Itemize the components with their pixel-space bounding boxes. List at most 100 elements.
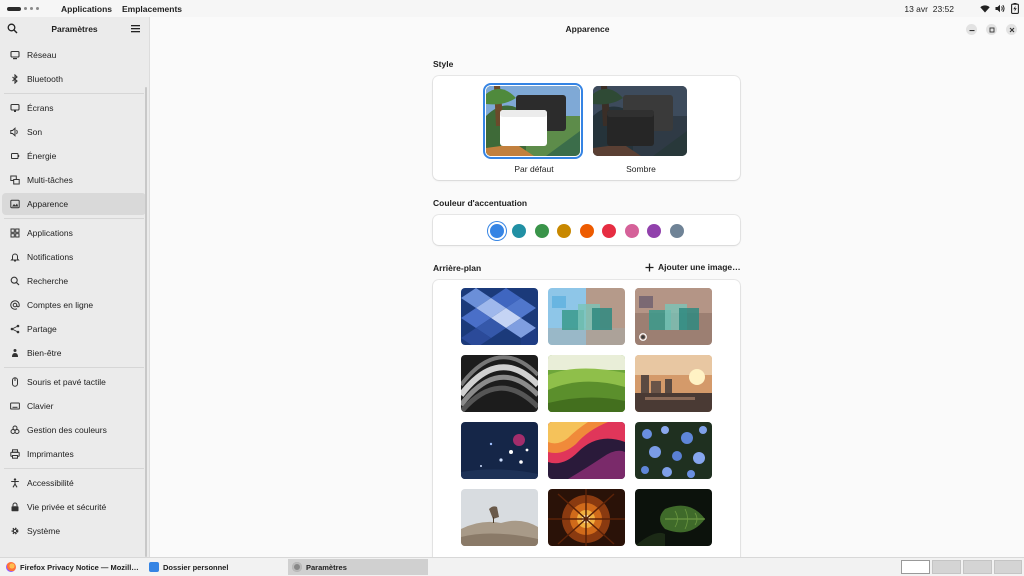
network-icon bbox=[10, 50, 20, 60]
wallpaper-thumbnail bbox=[461, 422, 538, 479]
sidebar-item-accessibility[interactable]: Accessibilité bbox=[2, 472, 146, 494]
task-settings[interactable]: Paramètres bbox=[288, 559, 428, 575]
multitasking-icon bbox=[10, 175, 20, 185]
accent-card bbox=[433, 215, 740, 245]
bluetooth-icon bbox=[10, 74, 20, 84]
sidebar-item-search[interactable]: Recherche bbox=[2, 270, 146, 292]
sidebar-item-system[interactable]: Système bbox=[2, 520, 146, 542]
sidebar-item-online-accounts[interactable]: Comptes en ligne bbox=[2, 294, 146, 316]
wallpaper-glass-day-night[interactable] bbox=[548, 288, 625, 345]
places-menu[interactable]: Emplacements bbox=[122, 4, 182, 14]
sidebar-scrollbar[interactable] bbox=[145, 87, 147, 557]
sidebar-item-sharing[interactable]: Partage bbox=[2, 318, 146, 340]
wallpaper-abstract-layers[interactable] bbox=[548, 422, 625, 479]
wallpaper-glass-warm[interactable] bbox=[635, 288, 712, 345]
applications-menu[interactable]: Applications bbox=[61, 4, 112, 14]
at-icon bbox=[10, 300, 20, 310]
wallpaper-bird-rocks[interactable] bbox=[461, 489, 538, 546]
apps-icon bbox=[10, 228, 20, 238]
sidebar-item-applications[interactable]: Applications bbox=[2, 222, 146, 244]
wallpaper-thumbnail bbox=[461, 489, 538, 546]
maximize-button[interactable] bbox=[986, 24, 997, 35]
wallpaper-thumbnail bbox=[548, 288, 625, 345]
hamburger-menu-icon[interactable] bbox=[130, 23, 142, 35]
sidebar-item-network[interactable]: Réseau bbox=[2, 44, 146, 66]
accent-purple-swatch[interactable] bbox=[647, 224, 661, 238]
sidebar-item-wellbeing[interactable]: Bien-être bbox=[2, 342, 146, 364]
task-firefox[interactable]: Firefox Privacy Notice — Mozill… bbox=[2, 559, 140, 575]
sidebar-item-bluetooth[interactable]: Bluetooth bbox=[2, 68, 146, 90]
sidebar-item-label: Recherche bbox=[27, 276, 69, 286]
sidebar-item-label: Réseau bbox=[27, 50, 57, 60]
wellbeing-icon bbox=[10, 348, 20, 358]
sidebar-item-label: Bien-être bbox=[27, 348, 62, 358]
dark-style-thumbnail bbox=[593, 86, 687, 156]
wallpaper-city-sunset[interactable] bbox=[635, 355, 712, 412]
task-label: Dossier personnel bbox=[163, 562, 229, 572]
sidebar-item-label: Comptes en ligne bbox=[27, 300, 94, 310]
workspace-indicator bbox=[7, 6, 21, 11]
workspace-1[interactable] bbox=[901, 560, 930, 574]
sidebar-item-label: Système bbox=[27, 526, 61, 536]
page-title: Apparence bbox=[565, 24, 610, 34]
appearance-icon bbox=[10, 199, 20, 209]
style-option-dark[interactable]: Sombre bbox=[593, 86, 689, 174]
sidebar-item-label: Gestion des couleurs bbox=[27, 425, 107, 435]
accessibility-icon bbox=[10, 478, 20, 488]
volume-icon[interactable] bbox=[994, 3, 1005, 14]
sidebar-item-multitasking[interactable]: Multi-tâches bbox=[2, 169, 146, 191]
printer-icon bbox=[10, 449, 20, 459]
sidebar-item-printers[interactable]: Imprimantes bbox=[2, 443, 146, 465]
accent-slate-swatch[interactable] bbox=[670, 224, 684, 238]
wallpaper-dark-leaf[interactable] bbox=[635, 489, 712, 546]
task-label: Paramètres bbox=[306, 562, 347, 572]
sidebar-item-color-management[interactable]: Gestion des couleurs bbox=[2, 419, 146, 441]
wifi-icon[interactable] bbox=[979, 3, 990, 14]
style-dark-preview[interactable] bbox=[593, 86, 687, 156]
activities-button[interactable] bbox=[7, 6, 51, 11]
sidebar-item-keyboard[interactable]: Clavier bbox=[2, 395, 146, 417]
sidebar-item-notifications[interactable]: Notifications bbox=[2, 246, 146, 268]
minimize-button[interactable] bbox=[966, 24, 977, 35]
workspace-4[interactable] bbox=[994, 560, 1022, 574]
sidebar-item-mouse-touchpad[interactable]: Souris et pavé tactile bbox=[2, 371, 146, 393]
light-style-thumbnail bbox=[486, 86, 580, 156]
workspace-2[interactable] bbox=[932, 560, 961, 574]
accent-teal-swatch[interactable] bbox=[512, 224, 526, 238]
sidebar-item-power[interactable]: Énergie bbox=[2, 145, 146, 167]
style-option-default[interactable]: Par défaut bbox=[483, 83, 583, 174]
gear-icon bbox=[10, 526, 20, 536]
sidebar-item-sound[interactable]: Son bbox=[2, 121, 146, 143]
style-default-preview[interactable] bbox=[483, 83, 583, 159]
wallpaper-stars-night[interactable] bbox=[461, 422, 538, 479]
wallpaper-sun-spiral[interactable] bbox=[548, 489, 625, 546]
style-dark-label: Sombre bbox=[626, 164, 656, 174]
add-image-button[interactable]: Ajouter une image… bbox=[645, 262, 741, 272]
battery-icon[interactable] bbox=[1009, 3, 1020, 14]
close-button[interactable] bbox=[1006, 24, 1017, 35]
accent-blue-swatch[interactable] bbox=[490, 224, 504, 238]
clock[interactable]: 13 avr 23:52 bbox=[904, 4, 954, 14]
wallpaper-green-hills[interactable] bbox=[548, 355, 625, 412]
workspace-3[interactable] bbox=[963, 560, 992, 574]
sidebar-item-label: Clavier bbox=[27, 401, 54, 411]
accent-red-swatch[interactable] bbox=[602, 224, 616, 238]
accent-green-swatch[interactable] bbox=[535, 224, 549, 238]
sidebar-item-privacy-security[interactable]: Vie privée et sécurité bbox=[2, 496, 146, 518]
wallpaper-blue-flowers[interactable] bbox=[635, 422, 712, 479]
accent-orange-swatch[interactable] bbox=[580, 224, 594, 238]
accent-yellow-swatch[interactable] bbox=[557, 224, 571, 238]
sidebar-item-label: Énergie bbox=[27, 151, 57, 161]
accent-pink-swatch[interactable] bbox=[625, 224, 639, 238]
sidebar-item-label: Apparence bbox=[27, 199, 69, 209]
task-home-folder[interactable]: Dossier personnel bbox=[145, 559, 283, 575]
wallpaper-mono-waves[interactable] bbox=[461, 355, 538, 412]
wallpaper-thumbnail bbox=[548, 422, 625, 479]
sidebar-item-appearance[interactable]: Apparence bbox=[2, 193, 146, 215]
taskbar: Firefox Privacy Notice — Mozill… Dossier… bbox=[0, 557, 1024, 576]
sidebar-item-displays[interactable]: Écrans bbox=[2, 97, 146, 119]
workspace-dot bbox=[36, 7, 39, 10]
main-panel: Apparence Style Par défaut Sombre Couleu… bbox=[151, 17, 1024, 565]
wallpaper-blue-cubes[interactable] bbox=[461, 288, 538, 345]
wallpaper-thumbnail bbox=[461, 288, 538, 345]
